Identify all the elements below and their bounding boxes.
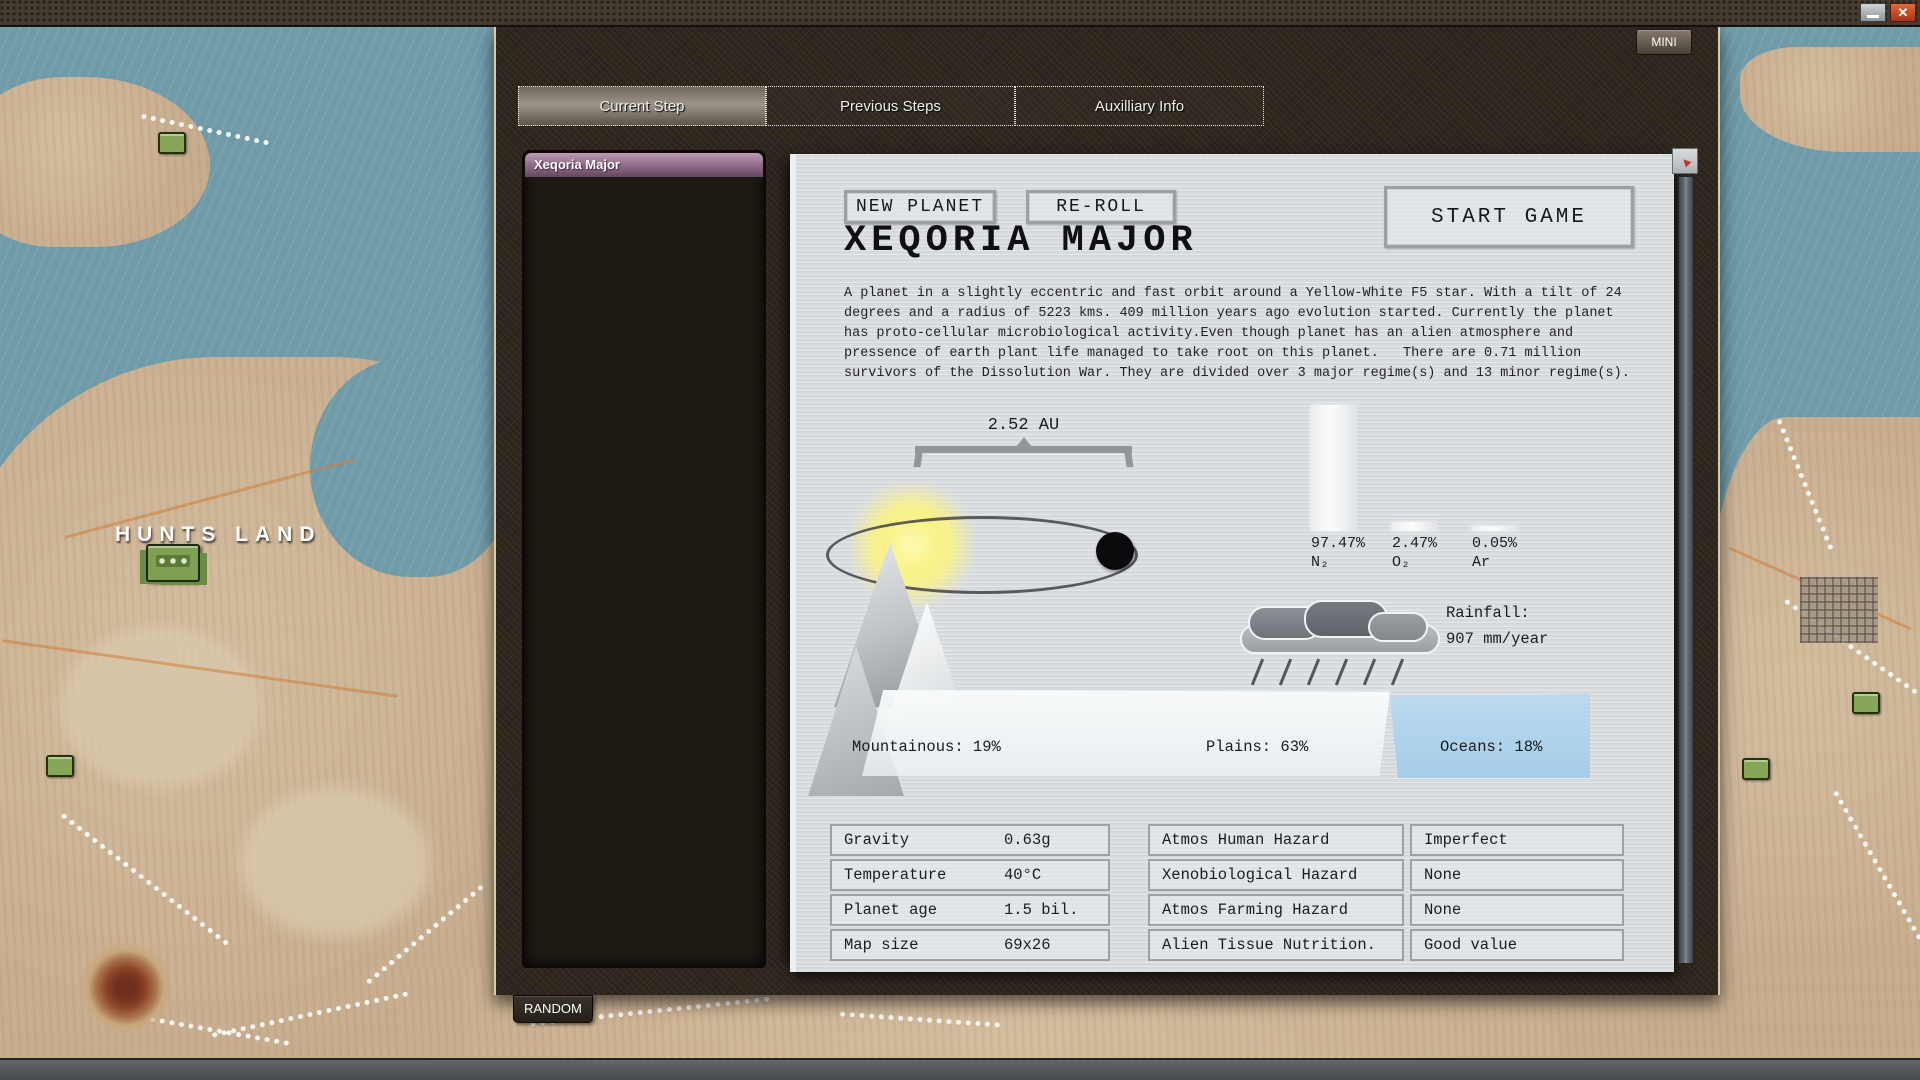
map-landmass <box>1740 47 1920 152</box>
bottom-status-bar <box>0 1058 1920 1080</box>
atmosphere-label-o2: 2.47% O₂ <box>1392 534 1437 572</box>
rain-streaks-icon <box>1248 658 1424 688</box>
planet-description: A planet in a slightly eccentric and fas… <box>844 284 1639 384</box>
stat-label: Alien Tissue Nutrition. <box>1148 929 1404 961</box>
scroll-arrow-icon: ▲ <box>1676 152 1694 170</box>
unit-icon <box>46 755 74 777</box>
bracket-left-cap <box>914 446 924 467</box>
atmosphere-bar-n2 <box>1311 405 1355 531</box>
table-row: Atmos Farming Hazard None <box>1148 894 1628 929</box>
stat-value: 40°C <box>1004 861 1041 889</box>
terrain-label-mountainous: Mountainous: 19% <box>852 738 1001 756</box>
atmosphere-gas: Ar <box>1472 554 1490 571</box>
game-screen: HUNTS LAND ✕ MINI Current Step Previous … <box>0 0 1920 1080</box>
planet-icon <box>1096 532 1134 570</box>
rain-cloud-icon <box>1240 606 1440 654</box>
atmosphere-bar-o2 <box>1392 522 1436 531</box>
map-landmass <box>1705 417 1920 1058</box>
map-ruins <box>1800 577 1878 643</box>
window-titlebar: ✕ <box>0 0 1920 27</box>
map-crater <box>80 942 172 1034</box>
table-row: Planet age 1.5 bil. <box>830 894 1110 926</box>
reroll-button[interactable]: RE-ROLL <box>1026 190 1176 224</box>
stat-value: Imperfect <box>1410 824 1624 856</box>
atmosphere-pct: 0.05% <box>1472 535 1517 552</box>
unit-icon <box>158 132 186 154</box>
table-row: Xenobiological Hazard None <box>1148 859 1628 894</box>
table-row: Alien Tissue Nutrition. Good value <box>1148 929 1628 964</box>
table-row: Temperature 40°C <box>830 859 1110 891</box>
random-button[interactable]: RANDOM <box>513 995 593 1023</box>
map-water-bay <box>310 357 510 577</box>
planet-generation-panel: MINI Current Step Previous Steps Auxilli… <box>494 27 1720 995</box>
bracket-notch <box>1016 437 1032 447</box>
stat-label: Map size <box>844 931 918 959</box>
stat-label: Atmos Farming Hazard <box>1148 894 1404 926</box>
stat-value: Good value <box>1410 929 1624 961</box>
atmosphere-pct: 2.47% <box>1392 535 1437 552</box>
orbit-ellipse <box>826 516 1138 594</box>
planet-stats-table: Gravity 0.63g Temperature 40°C Planet ag… <box>830 824 1110 964</box>
atmosphere-label-ar: 0.05% Ar <box>1472 534 1517 572</box>
cloud-shape <box>1368 612 1428 642</box>
planet-report: NEW PLANET RE-ROLL START GAME XEQORIA MA… <box>790 154 1674 972</box>
stat-value: 69x26 <box>1004 931 1051 959</box>
minimize-icon <box>1867 15 1879 18</box>
unit-icon <box>1742 758 1770 780</box>
atmosphere-bar-chart <box>1311 404 1521 531</box>
map-region-label: HUNTS LAND <box>115 523 322 547</box>
atmosphere-bar-ar <box>1472 526 1516 531</box>
minimize-button[interactable] <box>1860 3 1886 22</box>
close-button[interactable]: ✕ <box>1890 3 1916 22</box>
table-row: Atmos Human Hazard Imperfect <box>1148 824 1628 859</box>
stat-label: Gravity <box>844 826 909 854</box>
table-row: Gravity 0.63g <box>830 824 1110 856</box>
start-game-button[interactable]: START GAME <box>1384 186 1634 248</box>
stat-label: Planet age <box>844 896 937 924</box>
stat-value: 0.63g <box>1004 826 1051 854</box>
scroll-up-button[interactable]: ▲ <box>1672 148 1698 174</box>
city-icon <box>146 544 200 582</box>
stat-value: None <box>1410 859 1624 891</box>
mini-button[interactable]: MINI <box>1636 29 1692 55</box>
tab-current-step[interactable]: Current Step <box>518 86 766 126</box>
orbit-distance-label: 2.52 AU <box>915 416 1132 435</box>
tab-previous-steps[interactable]: Previous Steps <box>766 86 1015 126</box>
map-sand-patch <box>240 787 430 937</box>
map-landmass <box>0 77 210 247</box>
tab-auxilliary-info[interactable]: Auxilliary Info <box>1015 86 1264 126</box>
stat-value: 1.5 bil. <box>1004 896 1078 924</box>
stat-label: Atmos Human Hazard <box>1148 824 1404 856</box>
planet-list: Xeqoria Major <box>522 150 766 968</box>
orbit-distance-bracket <box>915 446 1132 468</box>
rainfall-value: Rainfall: 907 mm/year <box>1446 600 1548 652</box>
terrain-label-oceans: Oceans: 18% <box>1440 738 1542 756</box>
bracket-bar <box>915 446 1132 453</box>
table-row: Map size 69x26 <box>830 929 1110 961</box>
window-controls: ✕ <box>1860 3 1916 22</box>
planet-name: XEQORIA MAJOR <box>844 220 1198 262</box>
atmosphere-label-n2: 97.47% N₂ <box>1311 534 1365 572</box>
city-windows-icon <box>156 555 190 567</box>
new-planet-button[interactable]: NEW PLANET <box>844 190 996 224</box>
scrollbar[interactable] <box>1678 176 1694 964</box>
atmosphere-gas: O₂ <box>1392 554 1410 571</box>
planet-list-item[interactable]: Xeqoria Major <box>525 153 763 179</box>
ocean-area <box>1390 694 1590 778</box>
atmosphere-gas: N₂ <box>1311 554 1329 571</box>
unit-icon <box>1852 692 1880 714</box>
stat-label: Temperature <box>844 861 946 889</box>
terrain-label-plains: Plains: 63% <box>1206 738 1308 756</box>
atmosphere-pct: 97.47% <box>1311 535 1365 552</box>
stat-value: None <box>1410 894 1624 926</box>
hazard-stats-table: Atmos Human Hazard Imperfect Xenobiologi… <box>1148 824 1628 964</box>
plains-area <box>862 690 1390 776</box>
stat-label: Xenobiological Hazard <box>1148 859 1404 891</box>
